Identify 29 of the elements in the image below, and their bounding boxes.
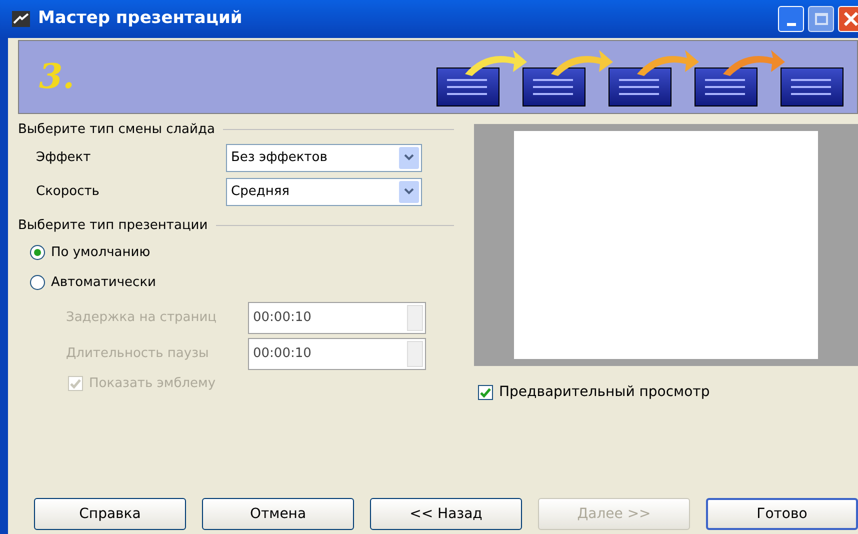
- close-button[interactable]: [838, 6, 858, 32]
- field-label: Длительность паузы: [66, 345, 210, 364]
- button[interactable]: << Назад: [370, 498, 522, 530]
- checkbox[interactable]: [478, 385, 493, 400]
- field-label: Скорость: [36, 182, 100, 201]
- button[interactable]: Справка: [34, 498, 186, 530]
- step-number: 3.: [39, 56, 74, 98]
- caret-icon: [404, 188, 414, 195]
- minimize-button[interactable]: [778, 6, 804, 32]
- section-heading: Выберите тип презентации: [18, 216, 208, 234]
- section-heading: Выберите тип смены слайда: [18, 121, 215, 139]
- check-icon: [480, 388, 491, 398]
- caret-icon: [404, 154, 414, 161]
- dropdown[interactable]: Средняя: [226, 178, 422, 206]
- field-label: Задержка на страниц: [66, 309, 218, 328]
- maximize-button[interactable]: [808, 6, 834, 32]
- window-title: Мастер презентаций: [38, 7, 244, 30]
- close-icon: [844, 12, 858, 26]
- check-icon: [70, 378, 81, 389]
- radio-option[interactable]: Автоматически: [30, 272, 454, 292]
- dropdown[interactable]: Без эффектов: [226, 144, 422, 172]
- checkbox-option[interactable]: Предварительный просмотр: [478, 382, 858, 403]
- button[interactable]: Готово: [706, 498, 858, 530]
- app-icon: [12, 11, 30, 27]
- dropdown-button[interactable]: [399, 180, 419, 202]
- button[interactable]: Отмена: [202, 498, 354, 530]
- dropdown-button[interactable]: [399, 146, 419, 168]
- field-label: Эффект: [36, 148, 92, 167]
- radio-option[interactable]: По умолчанию: [30, 243, 454, 262]
